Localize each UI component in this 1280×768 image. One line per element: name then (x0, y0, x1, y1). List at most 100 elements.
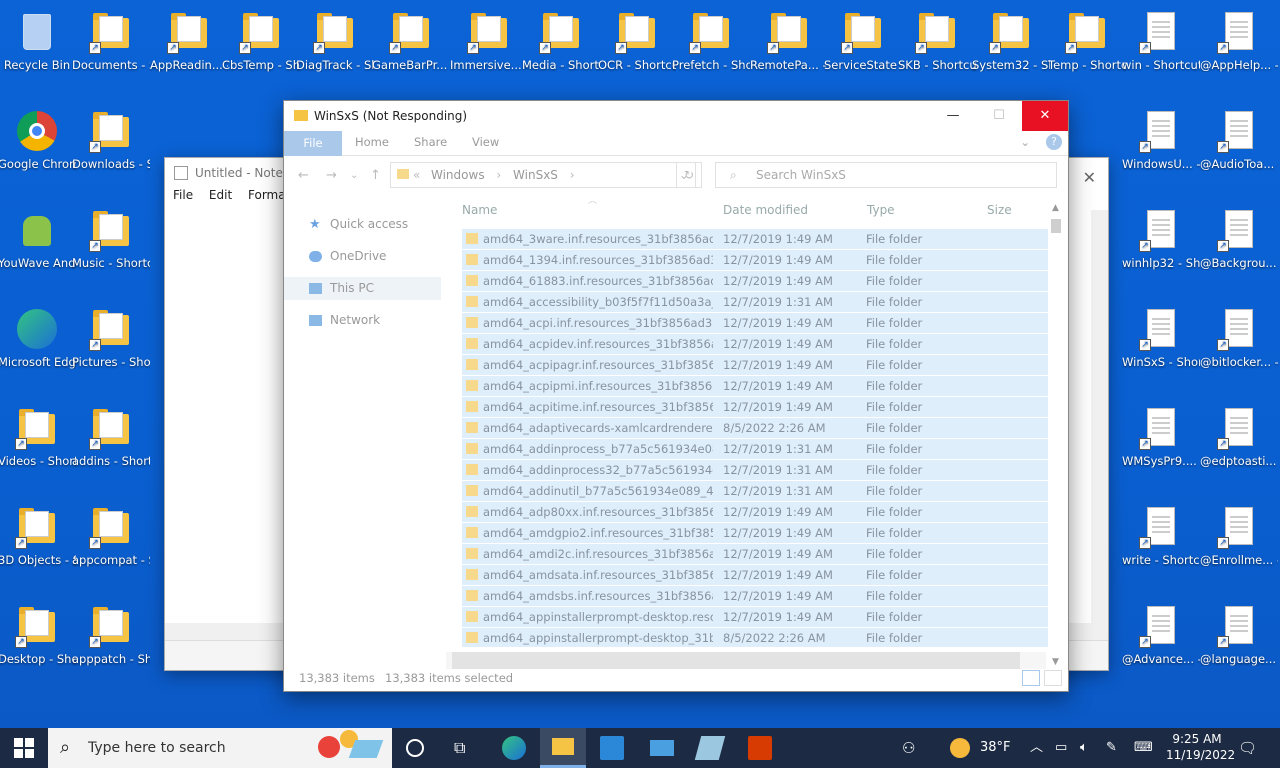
help-icon[interactable]: ? (1046, 134, 1062, 150)
file-row[interactable]: amd64_adaptivecards-xamlcardrenderer_...… (462, 418, 1048, 438)
notepad-menu-edit[interactable]: Edit (209, 188, 232, 202)
address-bar[interactable]: « Windows › WinSxS › ⌄ (390, 162, 696, 188)
office-icon[interactable] (748, 736, 772, 760)
scroll-thumb[interactable] (1051, 219, 1061, 233)
keyboard-icon[interactable]: ⌨ (1134, 728, 1153, 768)
column-date-modified[interactable]: Date modified (723, 203, 808, 217)
desktop-right1-icon-5[interactable]: ↗ @Advance... - Shortcut (1122, 598, 1200, 690)
desktop-icon-4[interactable]: ↗ Videos - Shortcut (0, 400, 76, 492)
column-name[interactable]: Name (462, 203, 497, 217)
desktop-col2-icon-1[interactable]: ↗ Downloads - Shortcut (72, 103, 150, 195)
cortana-icon[interactable] (406, 739, 424, 757)
desktop-right1-icon-4[interactable]: ↗ write - Shortcut (1122, 499, 1200, 591)
ribbon-tab-share[interactable]: Share (414, 135, 447, 149)
network-tray-icon[interactable]: ▭ (1055, 728, 1067, 768)
file-row[interactable]: amd64_addinprocess32_b77a5c561934e0... 12… (462, 460, 1048, 480)
file-row[interactable]: amd64_accessibility_b03f5f7f11d50a3a_4..… (462, 292, 1048, 312)
desktop-right1-icon-2[interactable]: ↗ WinSxS - Shortcut (1122, 301, 1200, 393)
weather-icon[interactable] (950, 738, 970, 758)
desktop-col2-icon-5[interactable]: ↗ appcompat - Shortcut (72, 499, 150, 591)
taskbar-search-box[interactable]: ⌕ Type here to search (48, 728, 392, 768)
breadcrumb-windows[interactable]: Windows (431, 168, 485, 182)
details-view-icon[interactable] (1022, 670, 1040, 686)
file-row[interactable]: amd64_appinstallerprompt-desktop_31bf...… (462, 628, 1048, 647)
temperature[interactable]: 38°F (980, 728, 1011, 768)
desktop-top-icon-2[interactable]: ↗ DiagTrack - Shortcut (296, 4, 374, 96)
volume-icon[interactable]: 🔈︎ (1080, 728, 1088, 768)
notifications-icon[interactable]: 🗨︎ (1238, 728, 1257, 768)
desktop-col2-icon-6[interactable]: ↗ apppatch - Shortcut (72, 598, 150, 690)
notepad-close-icon[interactable]: ✕ (1083, 163, 1096, 193)
file-row[interactable]: amd64_acpipmi.inf.resources_31bf3856a...… (462, 376, 1048, 396)
file-row[interactable]: amd64_addinprocess_b77a5c561934e089... 12… (462, 439, 1048, 459)
file-row[interactable]: amd64_61883.inf.resources_31bf3856ad3...… (462, 271, 1048, 291)
app-taskbar-icon[interactable] (694, 736, 726, 760)
expand-ribbon-icon[interactable]: ⌄ (1020, 135, 1030, 149)
file-row[interactable]: amd64_amdgpio2.inf.resources_31bf3856...… (462, 523, 1048, 543)
desktop-top-icon-7[interactable]: ↗ Prefetch - Shortcut (672, 4, 750, 96)
large-icons-view-icon[interactable] (1044, 670, 1062, 686)
ribbon-tab-home[interactable]: Home (355, 135, 389, 149)
desktop-top-icon-5[interactable]: ↗ Media - Shortcut (522, 4, 600, 96)
desktop-right2-icon-3[interactable]: ↗ @edptoasti... - Shortcut (1200, 400, 1278, 492)
desktop-top-icon-0[interactable]: ↗ AppReadin... - Shortcut (150, 4, 228, 96)
desktop-top-icon-8[interactable]: ↗ RemotePa... - Shortcut (750, 4, 828, 96)
pen-icon[interactable]: ✎ (1106, 728, 1117, 768)
nav-quick-access[interactable]: ★ Quick access (284, 213, 441, 236)
file-explorer-window[interactable]: WinSxS (Not Responding) — ☐ ✕ File Home … (283, 100, 1069, 692)
file-row[interactable]: amd64_acpidev.inf.resources_31bf3856ad..… (462, 334, 1048, 354)
show-hidden-icons-icon[interactable]: ︿ (1030, 728, 1043, 768)
up-arrow-icon[interactable]: ↑ (370, 168, 381, 183)
people-icon[interactable]: ⚇ (902, 728, 915, 768)
desktop-icon-6[interactable]: ↗ Desktop - Shortcut (0, 598, 76, 690)
desktop-top-icon-13[interactable]: ↗ win - Shortcut (1122, 4, 1200, 96)
file-row[interactable]: amd64_amdi2c.inf.resources_31bf3856ad...… (462, 544, 1048, 564)
desktop-top-icon-14[interactable]: ↗ @AppHelp... - Shortcut (1200, 4, 1278, 96)
desktop-right2-icon-5[interactable]: ↗ @language... - Shortcut (1200, 598, 1278, 690)
minimize-icon[interactable]: — (930, 101, 976, 131)
file-list[interactable]: Name ︿ Date modified Type Size amd64_3wa… (458, 201, 1054, 647)
desktop-top-icon-11[interactable]: ↗ System32 - Shortcut (972, 4, 1050, 96)
desktop-right2-icon-2[interactable]: ↗ @bitlocker... - Shortcut (1200, 301, 1278, 393)
refresh-icon[interactable]: ↻ (676, 162, 702, 188)
desktop-right2-icon-0[interactable]: ↗ @AudioToa... - Shortcut (1200, 103, 1278, 195)
column-size[interactable]: Size (987, 203, 1012, 217)
desktop-col2-icon-2[interactable]: ↗ Music - Shortcut (72, 202, 150, 294)
desktop-icon-0[interactable]: Recycle Bin (0, 4, 76, 96)
desktop-col2-icon-3[interactable]: ↗ Pictures - Shortcut (72, 301, 150, 393)
maximize-icon[interactable]: ☐ (976, 101, 1022, 131)
nav-this-pc[interactable]: This PC (284, 277, 441, 300)
start-windows-icon[interactable] (14, 738, 34, 758)
file-row[interactable]: amd64_amdsbs.inf.resources_31bf3856ad...… (462, 586, 1048, 606)
explorer-taskbar-button[interactable] (540, 728, 586, 768)
file-row[interactable]: amd64_amdsata.inf.resources_31bf3856a...… (462, 565, 1048, 585)
search-box[interactable]: ⌕ Search WinSxS (715, 162, 1057, 188)
desktop-top-icon-6[interactable]: ↗ OCR - Shortcut (598, 4, 676, 96)
nav-network[interactable]: Network (284, 309, 441, 332)
nav-onedrive[interactable]: OneDrive (284, 245, 441, 268)
store-icon[interactable] (600, 736, 624, 760)
ribbon-tab-view[interactable]: View (472, 135, 499, 149)
desktop-right1-icon-1[interactable]: ↗ winhlp32 - Shortcut (1122, 202, 1200, 294)
file-row[interactable]: amd64_adp80xx.inf.resources_31bf3856a...… (462, 502, 1048, 522)
desktop-icon-2[interactable]: YouWave Android (0, 202, 76, 294)
file-row[interactable]: amd64_1394.inf.resources_31bf3856ad36...… (462, 250, 1048, 270)
desktop-top-icon-1[interactable]: ↗ CbsTemp - Shortcut (222, 4, 300, 96)
file-row[interactable]: amd64_addinutil_b77a5c561934e089_4.0....… (462, 481, 1048, 501)
file-row[interactable]: amd64_acpipagr.inf.resources_31bf3856a..… (462, 355, 1048, 375)
desktop-right1-icon-3[interactable]: ↗ WMSysPr9.... - Shortcut (1122, 400, 1200, 492)
desktop-top-icon-10[interactable]: ↗ SKB - Shortcut (898, 4, 976, 96)
ribbon-tab-file[interactable]: File (284, 131, 342, 156)
close-icon[interactable]: ✕ (1022, 101, 1068, 131)
desktop-icon-3[interactable]: Microsoft Edge (0, 301, 76, 393)
back-arrow-icon[interactable]: ← (298, 168, 309, 183)
mail-icon[interactable] (650, 740, 674, 756)
desktop-right2-icon-1[interactable]: ↗ @Backgrou... - Shortcut (1200, 202, 1278, 294)
column-type[interactable]: Type (867, 203, 895, 217)
recent-locations-icon[interactable]: ⌄ (350, 170, 358, 181)
desktop-top-icon-4[interactable]: ↗ Immersive... - Shortcut (450, 4, 528, 96)
desktop-icon-1[interactable]: Google Chrome (0, 103, 76, 195)
file-row[interactable]: amd64_appinstallerprompt-desktop.reso...… (462, 607, 1048, 627)
desktop-col2-icon-4[interactable]: ↗ addins - Shortcut (72, 400, 150, 492)
desktop-col2-icon-0[interactable]: ↗ Documents - Shortcut (72, 4, 150, 96)
